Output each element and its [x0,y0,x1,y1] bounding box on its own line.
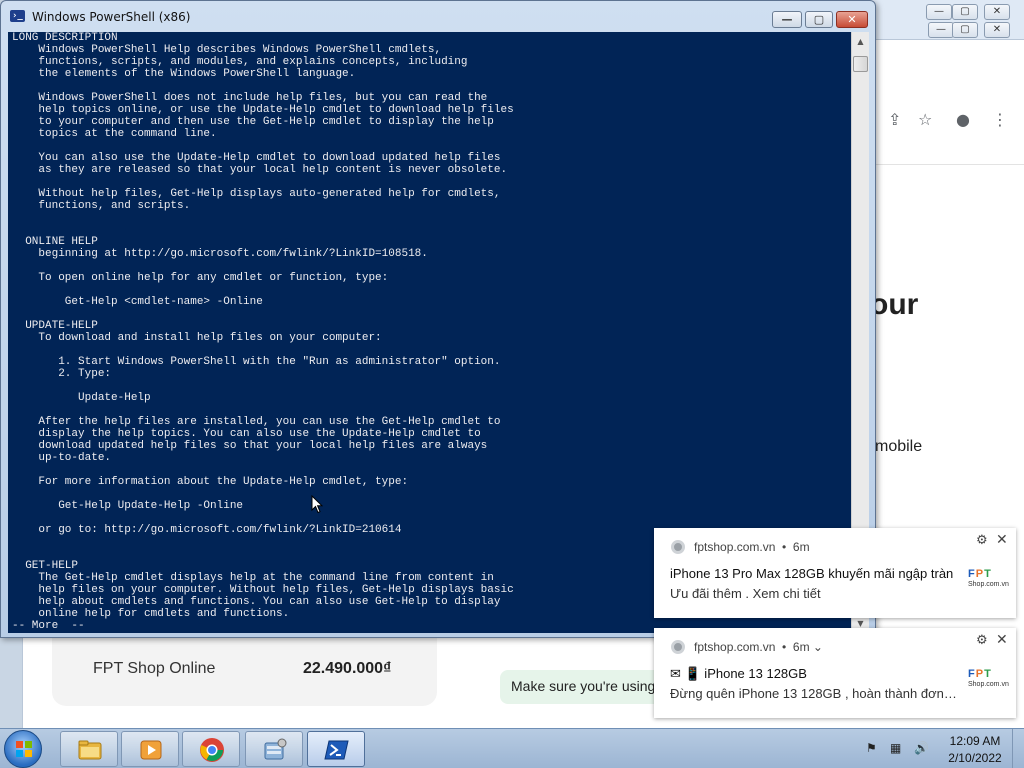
show-desktop-button[interactable] [1012,729,1024,768]
volume-icon[interactable]: 🔊 [914,741,929,755]
page-heading-partial: our [870,288,919,321]
hint-bubble: Make sure you're using [500,670,670,704]
taskbar-media-player[interactable] [121,731,179,767]
clock-date[interactable]: 2/10/2022 [945,751,1005,765]
settings-gear-icon[interactable]: ⚙ [976,533,988,548]
fpt-shop-logo: FPT Shop.com.vn [968,568,1009,588]
notification-source: fptshop.com.vn • 6m [694,540,810,554]
browser-restore-button-top[interactable]: ▢ [952,4,978,20]
offer-price: 22.490.000₫ [303,660,392,677]
browser-toolbar: ⇪ ☆ ● ⋮ [870,40,1024,165]
windows-logo-icon [16,741,32,757]
browser-close-button[interactable]: ✕ [984,22,1010,38]
control-panel-icon [264,738,287,760]
notification-card[interactable]: fptshop.com.vn • 6m ⌄ ⚙ ✕ ✉ 📱 iPhone 13 … [654,628,1016,718]
settings-gear-icon[interactable]: ⚙ [976,633,988,648]
maximize-button[interactable]: ▢ [805,11,833,28]
browser-restore-button[interactable]: ▢ [952,22,978,38]
start-button[interactable] [4,730,42,768]
taskbar-control-panel[interactable] [245,731,303,767]
bookmark-star-icon[interactable]: ☆ [918,110,932,129]
network-icon[interactable]: ▦ [890,741,901,755]
taskbar: ⚑ ▦ 🔊 12:09 AM 2/10/2022 [0,728,1024,768]
scrollbar-thumb[interactable] [853,56,868,72]
notification-source: fptshop.com.vn • 6m ⌄ [694,640,823,654]
profile-avatar-icon[interactable]: ● [956,110,970,129]
notification-body: Ưu đãi thêm . Xem chi tiết [670,586,821,601]
notification-title: iPhone 13 Pro Max 128GB khuyến mãi ngập … [670,566,954,581]
fpt-shop-logo: FPT Shop.com.vn [968,668,1009,688]
powershell-window-title: Windows PowerShell (x86) [32,10,191,24]
browser-minimize-button-2[interactable]: — [928,22,954,38]
powershell-icon [324,740,349,760]
clock-time[interactable]: 12:09 AM [945,734,1005,748]
chrome-icon [671,540,685,554]
browser-close-button-top[interactable]: ✕ [984,4,1010,20]
taskbar-file-explorer[interactable] [60,731,118,767]
notification-title: ✉ 📱 iPhone 13 128GB [670,666,807,681]
close-icon[interactable]: ✕ [996,532,1008,548]
notification-card[interactable]: fptshop.com.vn • 6m ⚙ ✕ iPhone 13 Pro Ma… [654,528,1016,618]
share-icon[interactable]: ⇪ [888,110,901,129]
file-explorer-icon [78,740,102,760]
close-button[interactable]: ✕ [836,11,868,28]
mouse-pointer-icon [311,495,323,514]
offer-store-name: FPT Shop Online [93,660,216,677]
taskbar-chrome[interactable] [182,731,240,767]
browser-menu-icon[interactable]: ⋮ [992,110,1008,129]
powershell-app-icon: ›_ [10,10,25,22]
powershell-title-bar[interactable]: ›_ Windows PowerShell (x86) — ▢ ✕ [1,1,875,31]
chrome-icon [671,640,685,654]
close-icon[interactable]: ✕ [996,632,1008,648]
taskbar-powershell[interactable] [307,731,365,767]
notification-body: Đừng quên iPhone 13 128GB , hoàn thành đ… [670,686,957,701]
media-player-icon [140,740,162,760]
console-text: LONG DESCRIPTION Windows PowerShell Help… [12,32,514,632]
action-center-flag-icon[interactable]: ⚑ [866,741,877,755]
minimize-button[interactable]: — [772,11,802,28]
chrome-icon [200,738,224,762]
scroll-up-arrow-icon[interactable]: ▲ [853,34,868,49]
page-text-partial: mobile [875,438,923,455]
browser-minimize-button[interactable]: — [926,4,952,20]
